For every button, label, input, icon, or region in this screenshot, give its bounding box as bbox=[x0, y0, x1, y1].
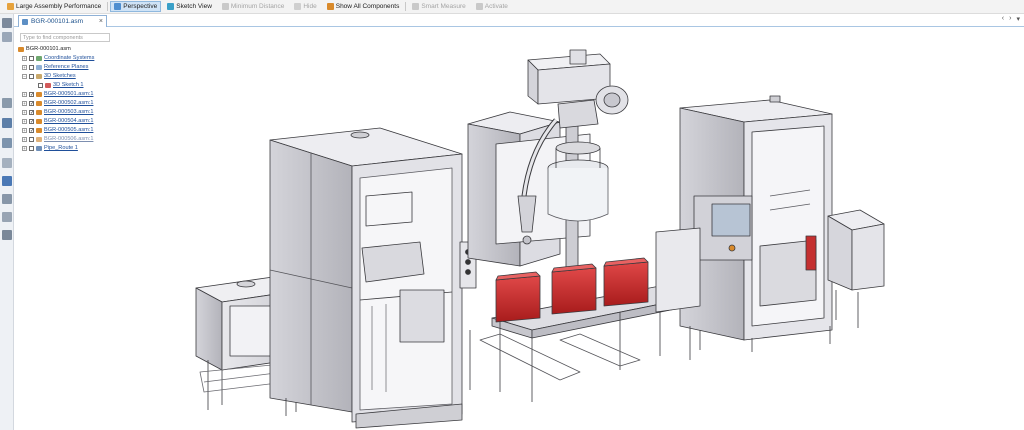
toolbar-separator bbox=[107, 2, 109, 11]
help-icon[interactable] bbox=[2, 176, 12, 186]
display-icon[interactable] bbox=[2, 98, 12, 108]
visibility-checkbox[interactable]: ✓ bbox=[29, 109, 34, 115]
sketch-icon bbox=[45, 82, 51, 88]
sketch-view-icon bbox=[167, 3, 175, 10]
tree-item-bgr-000501[interactable]: + ✓ BGR-000501.asm:1 bbox=[22, 90, 93, 98]
sketch-folder-icon bbox=[36, 73, 42, 79]
subassembly-icon bbox=[36, 127, 42, 133]
visibility-checkbox[interactable] bbox=[29, 145, 34, 151]
properties-icon[interactable] bbox=[2, 230, 12, 240]
smart-measure-button[interactable]: Smart Measure bbox=[408, 1, 469, 12]
tree-item-reference-planes[interactable]: + Reference Planes bbox=[22, 63, 88, 71]
assembly-tree-panel: Type to find components BGR-000101.asm +… bbox=[16, 29, 112, 154]
reference-plane-icon bbox=[36, 64, 42, 70]
visibility-checkbox[interactable] bbox=[29, 73, 34, 79]
visibility-checkbox[interactable] bbox=[38, 82, 43, 88]
visibility-checkbox[interactable]: ✓ bbox=[29, 127, 34, 133]
visibility-checkbox[interactable] bbox=[29, 64, 34, 70]
chevron-left-icon[interactable]: ‹ bbox=[1002, 15, 1004, 23]
visibility-checkbox[interactable] bbox=[29, 136, 34, 142]
document-tab-bar: BGR-000101.asm × ‹ › ▾ bbox=[14, 14, 1024, 27]
hide-button[interactable]: Hide bbox=[290, 1, 320, 12]
tree-item-bgr-000503[interactable]: + ✓ BGR-000503.asm:1 bbox=[22, 108, 93, 116]
pmi-icon[interactable] bbox=[2, 138, 12, 148]
perspective-button[interactable]: Perspective bbox=[110, 1, 162, 12]
component-search-input[interactable]: Type to find components bbox=[20, 33, 110, 42]
subassembly-icon bbox=[36, 100, 42, 106]
capping-station bbox=[655, 95, 833, 341]
perspective-icon bbox=[114, 3, 122, 10]
show-all-components-button[interactable]: Show All Components bbox=[323, 1, 404, 12]
expand-icon[interactable]: + bbox=[22, 55, 27, 61]
activate-button[interactable]: Activate bbox=[472, 1, 512, 12]
machine-assembly-model bbox=[195, 49, 885, 429]
hide-icon bbox=[294, 3, 302, 10]
filling-station bbox=[467, 49, 629, 271]
assembly-icon[interactable] bbox=[2, 18, 12, 28]
subassembly-icon bbox=[36, 109, 42, 115]
layers-icon[interactable] bbox=[2, 118, 12, 128]
tree-item-bgr-000502[interactable]: + ✓ BGR-000502.asm:1 bbox=[22, 99, 93, 107]
expand-icon[interactable]: + bbox=[22, 100, 27, 106]
main-cabinet bbox=[269, 127, 463, 429]
visibility-checkbox[interactable]: ✓ bbox=[29, 91, 34, 97]
expand-icon[interactable]: + bbox=[22, 118, 27, 124]
tree-root[interactable]: BGR-000101.asm bbox=[18, 45, 71, 53]
subassembly-icon bbox=[36, 136, 42, 142]
assembly-file-icon bbox=[22, 18, 28, 25]
chevron-down-icon[interactable]: ▾ bbox=[1016, 15, 1020, 23]
chevron-right-icon[interactable]: › bbox=[1009, 15, 1011, 23]
smart-measure-icon bbox=[412, 3, 420, 10]
sketch-view-button[interactable]: Sketch View bbox=[163, 1, 216, 12]
show-all-icon bbox=[326, 3, 334, 10]
close-icon[interactable]: × bbox=[99, 18, 103, 25]
coordinate-system-icon bbox=[36, 55, 42, 61]
model-icon[interactable] bbox=[2, 158, 12, 168]
left-side-strip bbox=[0, 14, 14, 430]
expand-icon[interactable]: + bbox=[22, 64, 27, 70]
tab-label: BGR-000101.asm bbox=[31, 18, 84, 25]
tree-item-bgr-000506[interactable]: + BGR-000506.asm:1 bbox=[22, 135, 93, 143]
ribbon-toolbar: Large Assembly Performance Perspective S… bbox=[0, 0, 1024, 14]
structure-icon[interactable] bbox=[2, 194, 12, 204]
expand-icon[interactable]: + bbox=[22, 109, 27, 115]
subassembly-icon bbox=[36, 118, 42, 124]
output-table bbox=[827, 209, 885, 328]
3d-viewport[interactable] bbox=[112, 28, 1024, 430]
tab-navigation: ‹ › ▾ bbox=[1002, 15, 1020, 23]
expand-icon[interactable]: + bbox=[22, 127, 27, 133]
large-assembly-performance-button[interactable]: Large Assembly Performance bbox=[3, 1, 105, 12]
expand-icon[interactable]: + bbox=[22, 145, 27, 151]
collapse-icon[interactable]: − bbox=[22, 73, 27, 79]
minimum-distance-button[interactable]: Minimum Distance bbox=[218, 1, 288, 12]
expand-icon[interactable]: + bbox=[22, 91, 27, 97]
subassembly-icon bbox=[36, 91, 42, 97]
assembly-root-icon bbox=[18, 46, 24, 52]
settings-icon[interactable] bbox=[2, 212, 12, 222]
tree-item-bgr-000505[interactable]: + ✓ BGR-000505.asm:1 bbox=[22, 126, 93, 134]
tree-item-coordinate-systems[interactable]: + Coordinate Systems bbox=[22, 54, 94, 62]
visibility-checkbox[interactable]: ✓ bbox=[29, 118, 34, 124]
tree-item-pipe-route-1[interactable]: + Pipe_Route 1 bbox=[22, 144, 78, 152]
activate-icon bbox=[475, 3, 483, 10]
performance-icon bbox=[7, 3, 14, 10]
pipe-route-icon bbox=[36, 145, 42, 151]
expand-icon[interactable]: + bbox=[22, 136, 27, 142]
features-icon[interactable] bbox=[2, 32, 12, 42]
visibility-checkbox[interactable]: ✓ bbox=[29, 100, 34, 106]
toolbar-separator bbox=[405, 2, 407, 11]
tree-item-bgr-000504[interactable]: + ✓ BGR-000504.asm:1 bbox=[22, 117, 93, 125]
tab-bgr-000101[interactable]: BGR-000101.asm × bbox=[18, 15, 107, 27]
tree-item-3d-sketch-1[interactable]: 3D Sketch 1 bbox=[38, 81, 83, 89]
tree-item-3d-sketches[interactable]: − 3D Sketches bbox=[22, 72, 76, 80]
minimum-distance-icon bbox=[221, 3, 229, 10]
visibility-checkbox[interactable] bbox=[29, 55, 34, 61]
